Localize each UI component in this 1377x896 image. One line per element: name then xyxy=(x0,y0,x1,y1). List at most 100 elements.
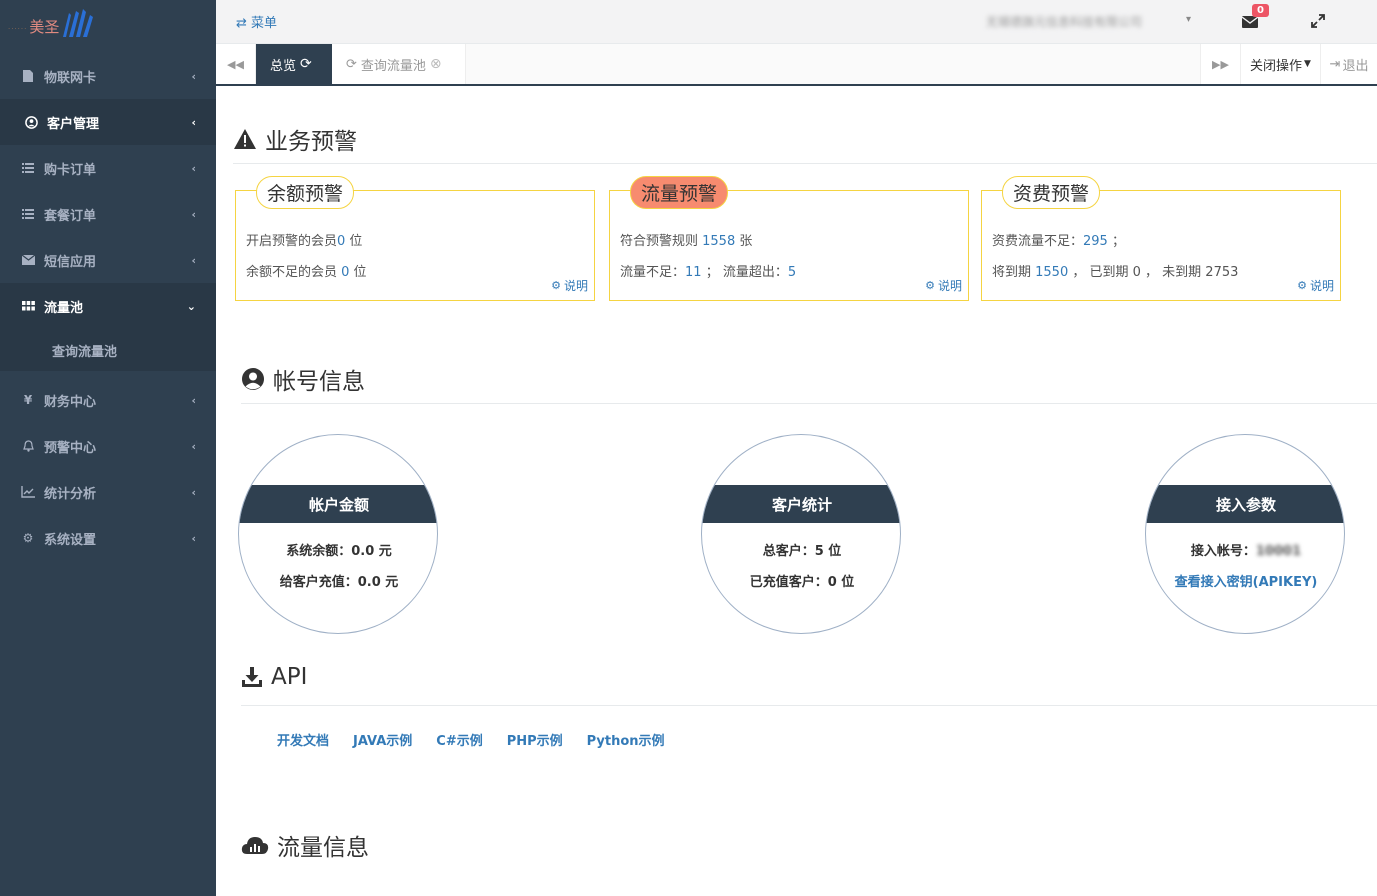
fee-alert-card: 资费预警 资费流量不足：295 ； 将到期 1550 ， 已到期 0 ， 未到期… xyxy=(981,176,1341,301)
sidebar-subitem-query-pool[interactable]: 查询流量池 xyxy=(0,329,216,371)
text: 张 xyxy=(735,234,753,249)
api-links: 开发文档 JAVA示例 C#示例 PHP示例 Python示例 xyxy=(277,730,665,749)
sidebar-item-label: 统计分析 xyxy=(44,486,97,502)
explain-link[interactable]: ⚙ 说明 xyxy=(1297,277,1334,294)
value[interactable]: 295 xyxy=(1083,234,1108,249)
access-account-value: 10001 xyxy=(1255,544,1302,559)
traffic-alert-line-1: 符合预警规则 1558 张 xyxy=(620,230,752,249)
gear-icon: ⚙ xyxy=(925,279,935,292)
account-balance-circle: 帐户金额 系统余额：0.0 元 给客户充值：0.0 元 xyxy=(238,434,438,634)
fee-alert-line-1: 资费流量不足：295 ； xyxy=(992,230,1125,249)
api-link-java[interactable]: JAVA示例 xyxy=(353,730,412,749)
caret-down-icon[interactable]: ▾ xyxy=(1186,14,1191,25)
text: 开启预警的会员 xyxy=(246,234,338,249)
sidebar-item-alert-center[interactable]: 预警中心 ‹ xyxy=(0,423,216,469)
gear-icon: ⚙ xyxy=(22,531,34,545)
fullscreen-icon[interactable] xyxy=(1311,13,1325,32)
gear-icon: ⚙ xyxy=(551,279,561,292)
sidebar-item-sms[interactable]: 短信应用 ‹ xyxy=(0,237,216,283)
chevron-left-icon: ‹ xyxy=(191,439,196,453)
sidebar-item-label: 短信应用 xyxy=(44,254,97,270)
sidebar-item-finance[interactable]: ¥ 财务中心 ‹ xyxy=(0,377,216,423)
tab-overview[interactable]: 总览 ⟳ xyxy=(256,44,332,84)
tabs-bar: ◀◀ 总览 ⟳ ⟳ 查询流量池 ⊗ ▶▶ 关闭操作 ▼ ⇥ 退出 xyxy=(216,44,1377,86)
sidebar-item-statistics[interactable]: 统计分析 ‹ xyxy=(0,469,216,515)
section-title-text: API xyxy=(271,664,308,690)
traffic-alert-pill: 流量预警 xyxy=(630,176,729,209)
logo-mark-icon xyxy=(61,7,95,47)
api-link-php[interactable]: PHP示例 xyxy=(507,730,563,749)
api-title: API xyxy=(241,664,307,690)
menu-toggle-button[interactable]: ⇄ 菜单 xyxy=(236,12,277,31)
api-link-python[interactable]: Python示例 xyxy=(587,730,665,749)
access-account: 接入帐号：10001 xyxy=(1146,540,1344,559)
value[interactable]: 1550 xyxy=(1035,265,1068,280)
mail-count-badge: 0 xyxy=(1252,4,1269,17)
api-link-csharp[interactable]: C#示例 xyxy=(436,730,482,749)
refresh-icon[interactable]: ⟳ xyxy=(300,56,312,72)
chevron-left-icon: ‹ xyxy=(191,207,196,221)
traffic-info-title: 流量信息 xyxy=(241,828,369,862)
circle-title: 客户统计 xyxy=(702,485,900,523)
logout-button[interactable]: ⇥ 退出 xyxy=(1320,44,1377,84)
close-operations-dropdown[interactable]: 关闭操作 ▼ xyxy=(1240,44,1320,84)
sim-card-icon xyxy=(20,70,36,82)
list-icon xyxy=(20,209,36,219)
balance-alert-line-2: 余额不足的会员 0 位 xyxy=(246,261,367,280)
company-name[interactable]: 无锡德旗元信息科技有限公司 xyxy=(986,13,1142,30)
recharged-customers: 已充值客户：0 位 xyxy=(749,575,855,590)
explain-link[interactable]: ⚙ 说明 xyxy=(925,277,962,294)
tab-query-pool[interactable]: ⟳ 查询流量池 ⊗ xyxy=(332,44,466,84)
main-content: 业务预警 余额预警 开启预警的会员0 位 余额不足的会员 0 位 ⚙ 说明 流量… xyxy=(216,86,1377,896)
chevron-down-icon: ⌄ xyxy=(186,299,196,313)
account-info-title: 帐号信息 xyxy=(241,362,365,396)
sign-out-icon: ⇥ xyxy=(1329,56,1341,72)
sidebar-item-iot-card[interactable]: 物联网卡 ‹ xyxy=(0,53,216,99)
chevron-left-icon: ‹ xyxy=(191,531,196,545)
value[interactable]: 5 xyxy=(788,265,796,280)
text: 余额不足的会员 xyxy=(246,265,342,280)
sidebar-item-package-orders[interactable]: 套餐订单 ‹ xyxy=(0,191,216,237)
text: ； 流量超出： xyxy=(701,265,788,280)
balance-alert-card: 余额预警 开启预警的会员0 位 余额不足的会员 0 位 ⚙ 说明 xyxy=(235,176,595,301)
balance-alert-line-1: 开启预警的会员0 位 xyxy=(246,230,362,249)
chevron-left-icon: ‹ xyxy=(191,253,196,267)
tab-label: 总览 xyxy=(270,58,297,74)
explain-link[interactable]: ⚙ 说明 xyxy=(551,277,588,294)
sidebar-item-traffic-pool[interactable]: 流量池 ⌄ xyxy=(0,283,216,329)
sidebar-item-customer-mgmt[interactable]: 客户管理 ‹ xyxy=(0,99,216,145)
value[interactable]: 1558 xyxy=(702,234,735,249)
yen-icon: ¥ xyxy=(23,393,33,407)
top-bar: ⇄ 菜单 无锡德旗元信息科技有限公司 ▾ 0 xyxy=(216,0,1377,44)
sidebar-item-settings[interactable]: ⚙ 系统设置 ‹ xyxy=(0,515,216,561)
close-circle-icon[interactable]: ⊗ xyxy=(430,56,442,72)
sidebar-item-card-orders[interactable]: 购卡订单 ‹ xyxy=(0,145,216,191)
value[interactable]: 11 xyxy=(685,265,702,280)
view-apikey-link[interactable]: 查看接入密钥(APIKEY) xyxy=(1146,571,1344,590)
fee-alert-pill: 资费预警 xyxy=(1002,176,1101,209)
grid-icon xyxy=(20,301,36,311)
divider xyxy=(241,705,1377,706)
system-balance: 系统余额：0.0 元 xyxy=(286,544,392,559)
sidebar-item-label: 物联网卡 xyxy=(44,70,97,86)
section-title-text: 业务预警 xyxy=(265,129,357,155)
circle-title: 帐户金额 xyxy=(239,485,437,523)
tab-label: 查询流量池 xyxy=(360,58,426,74)
circle-title: 接入参数 xyxy=(1146,485,1344,523)
backward-icon: ◀◀ xyxy=(227,57,244,71)
sidebar-item-label: 预警中心 xyxy=(44,440,97,456)
tab-scroll-right-button[interactable]: ▶▶ xyxy=(1200,44,1240,84)
text: 资费流量不足： xyxy=(992,234,1084,249)
close-ops-label: 关闭操作 xyxy=(1250,58,1303,74)
user-circle-icon xyxy=(241,367,265,391)
tab-scroll-left-button[interactable]: ◀◀ xyxy=(216,44,256,84)
explain-label: 说明 xyxy=(1309,279,1334,293)
logo-dots: ...... xyxy=(8,22,28,31)
exchange-icon: ⇄ xyxy=(236,16,247,31)
balance-alert-pill: 余额预警 xyxy=(256,176,355,209)
explain-label: 说明 xyxy=(563,279,588,293)
logo[interactable]: ...... 美圣 xyxy=(0,0,216,53)
forward-icon: ▶▶ xyxy=(1212,57,1229,71)
text: 接入帐号： xyxy=(1190,544,1256,559)
api-link-docs[interactable]: 开发文档 xyxy=(277,730,329,749)
